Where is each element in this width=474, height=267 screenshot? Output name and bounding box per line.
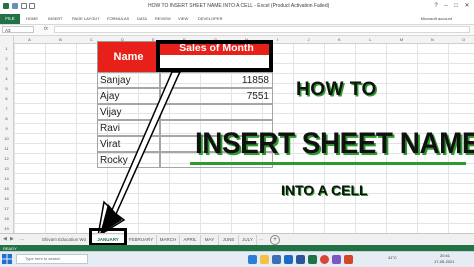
add-sheet-button[interactable]: + [270,235,280,245]
sheet-tab-july[interactable]: JULY [239,235,257,245]
status-ready: READY [3,245,17,251]
word-icon[interactable] [296,255,305,264]
mail-icon[interactable] [284,255,293,264]
clock-date[interactable]: 17-05-2021 [434,259,454,264]
edge-icon[interactable] [248,255,257,264]
taskbar-search[interactable]: Type here to search [16,254,88,264]
sheet-tab-march[interactable]: MARCH [157,235,180,245]
weather-temperature[interactable]: 41°C [388,255,397,260]
windows-start-icon[interactable] [2,254,12,264]
tab-highlight-box [89,228,127,246]
sheet-tab-may[interactable]: MAY [201,235,219,245]
sheet-tab-april[interactable]: APRIL [180,235,201,245]
powerpoint-icon[interactable] [344,255,353,264]
overlay-line-1: HOW TO [296,79,377,100]
sheet-tab-shivam[interactable]: Shivam Education Wo [38,235,91,245]
overlay-line-3: INTO A CELL [281,182,368,198]
tab-more-right[interactable]: ... [259,236,263,242]
chrome-icon[interactable] [320,255,329,264]
file-explorer-icon[interactable] [260,255,269,264]
sheet-tab-june[interactable]: JUNE [219,235,239,245]
photos-icon[interactable] [332,255,341,264]
windows-taskbar: Type here to search 41°C 20:41 17-05-202… [0,251,474,267]
clock-time[interactable]: 20:41 [440,253,450,258]
tab-more-left[interactable]: ... [20,236,24,242]
excel-icon[interactable] [308,255,317,264]
overlay-line-2: INSERT SHEET NAME [195,127,474,160]
tab-scroll-right-icon[interactable]: ▶ [10,236,14,242]
sheet-tab-february[interactable]: FEBRUARY [126,235,157,245]
store-icon[interactable] [272,255,281,264]
tab-scroll-left-icon[interactable]: ◀ [3,236,7,242]
overlay-underline [190,162,466,165]
